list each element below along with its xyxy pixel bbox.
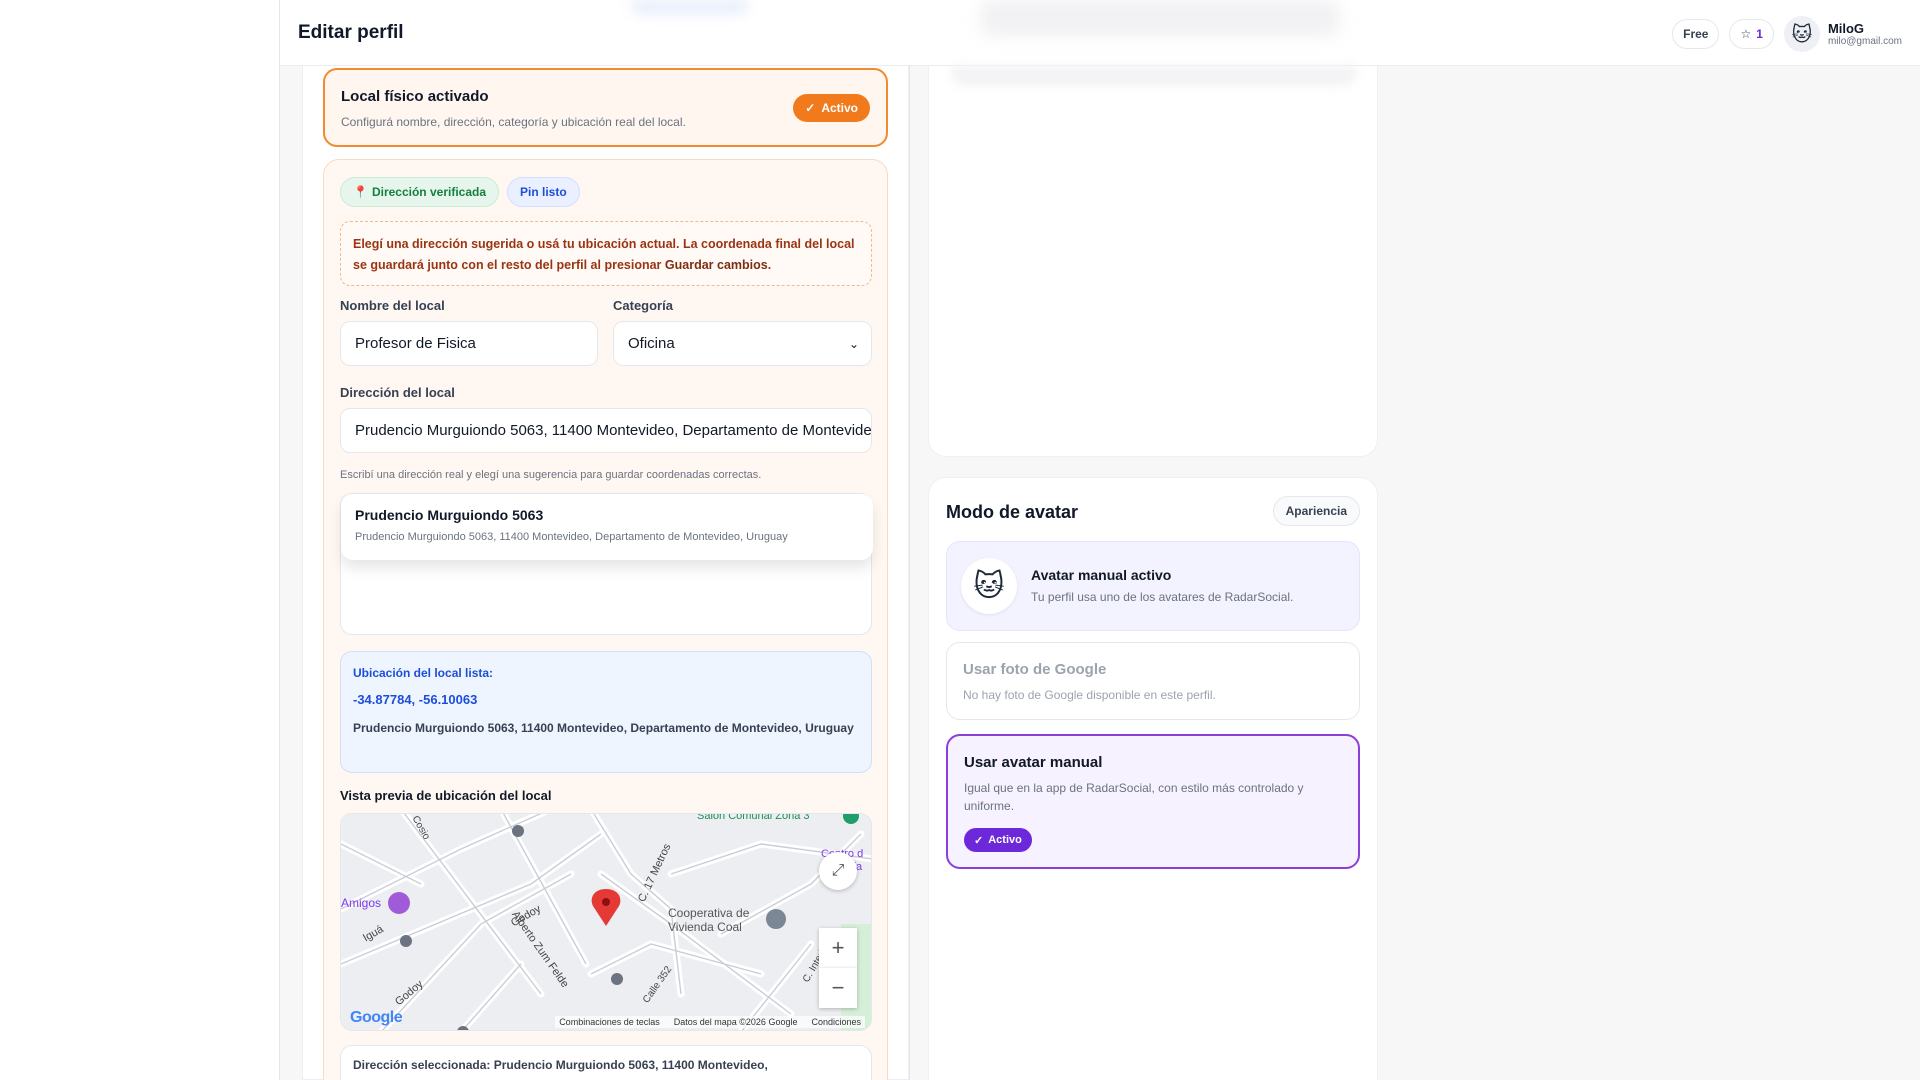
column-divider — [909, 66, 910, 1080]
manual-avatar-active-label: Activo — [988, 834, 1022, 846]
user-name: MiloG — [1827, 20, 1865, 36]
appearance-button[interactable]: Apariencia — [1272, 496, 1360, 526]
manual-avatar-title: Usar avatar manual — [964, 754, 1103, 771]
map-roads — [341, 814, 871, 1030]
zoom-in-button[interactable]: + — [819, 928, 857, 968]
header-blur-decoration — [630, 0, 750, 14]
manual-avatar-status-sub: Tu perfil usa uno de los avatares de Rad… — [1031, 590, 1294, 604]
chevron-down-icon: ⌄ — [848, 337, 859, 351]
stars-badge[interactable]: ☆ 1 — [1729, 19, 1774, 49]
profile-form-column: Local físico activado Configurá nombre, … — [302, 66, 909, 1080]
manual-avatar-active-button[interactable]: ✓ Activo — [964, 828, 1032, 852]
local-active-label: Activo — [821, 101, 858, 115]
map-shortcuts-link[interactable]: Combinaciones de teclas — [559, 1017, 660, 1027]
zoom-out-button[interactable]: − — [819, 968, 857, 1008]
page-title: Editar perfil — [298, 22, 404, 43]
user-email: milo@gmail.com — [1827, 35, 1902, 47]
sidebar — [0, 0, 280, 1080]
header-actions: Free ☆ 1 🐱 MiloG milo@gmail.com — [1672, 16, 1902, 52]
local-active-card: Local físico activado Configurá nombre, … — [323, 68, 888, 147]
avatar-mode-card: Modo de avatar Apariencia 🐱 Avatar manua… — [928, 477, 1378, 1080]
address-help: Escribí una dirección real y elegí una s… — [340, 469, 762, 481]
cat-face-icon: 🐱 — [961, 558, 1017, 614]
map-preview-title: Vista previa de ubicación del local — [340, 788, 552, 803]
category-value: Oficina — [628, 335, 675, 352]
top-header: Editar perfil Free ☆ 1 🐱 MiloG milo@gmai… — [280, 0, 1920, 66]
notice-text: Elegí una dirección sugerida o usá tu ub… — [353, 237, 855, 272]
fullscreen-icon[interactable]: ⤢ — [819, 852, 857, 890]
notice-end: . — [767, 258, 772, 272]
cat-face-icon: 🐱 — [1783, 16, 1820, 52]
map-pin-icon: 📍 — [353, 185, 368, 199]
local-active-toggle[interactable]: ✓ Activo — [793, 94, 870, 122]
address-input[interactable]: Prudencio Murguiondo 5063, 11400 Montevi… — [340, 408, 872, 453]
name-label: Nombre del local — [340, 298, 445, 313]
suggestion-secondary: Prudencio Murguiondo 5063, 11400 Montevi… — [355, 531, 788, 543]
address-suggestion[interactable]: Prudencio Murguiondo 5063 Prudencio Murg… — [341, 494, 873, 560]
use-manual-avatar-option[interactable]: Usar avatar manual Igual que en la app d… — [946, 734, 1360, 869]
manual-avatar-status: 🐱 Avatar manual activo Tu perfil usa uno… — [946, 541, 1360, 631]
manual-avatar-status-title: Avatar manual activo — [1031, 567, 1172, 583]
status-badges: 📍 Dirección verificada Pin listo — [340, 177, 580, 207]
check-icon: ✓ — [805, 101, 816, 115]
pin-ready-badge: Pin listo — [507, 177, 580, 207]
local-active-subtitle: Configurá nombre, dirección, categoría y… — [341, 115, 686, 129]
header-blur-decoration — [980, 0, 1340, 36]
use-google-photo-option[interactable]: Usar foto de Google No hay foto de Googl… — [946, 642, 1360, 720]
category-label: Categoría — [613, 298, 673, 313]
map-label-vivienda: Vivienda Coal — [668, 920, 742, 934]
verified-badge: 📍 Dirección verificada — [340, 177, 500, 207]
map-label-amigos: Amigos — [341, 896, 382, 910]
local-active-title: Local físico activado — [341, 88, 489, 105]
suggestion-area: Prudencio Murguiondo 5063 Prudencio Murg… — [340, 493, 873, 635]
google-logo: Google — [350, 1009, 403, 1027]
map-label-salon: Salón Comunal Zona 3 — [697, 813, 810, 822]
avatar-mode-title: Modo de avatar — [946, 502, 1079, 522]
location-ready-box: Ubicación del local lista: -34.87784, -5… — [340, 651, 872, 773]
local-name-input[interactable]: Profesor de Fisica — [340, 321, 598, 366]
map-preview[interactable]: Salón Comunal Zona 3 Centro d ía Amigos … — [340, 813, 872, 1031]
map-terms-link[interactable]: Condiciones — [811, 1017, 861, 1027]
verified-label: Dirección verificada — [371, 185, 487, 199]
plan-badge[interactable]: Free — [1672, 19, 1720, 49]
local-form-card: 📍 Dirección verificada Pin listo Elegí u… — [323, 159, 888, 1080]
instruction-notice: Elegí una dirección sugerida o usá tu ub… — [340, 221, 872, 286]
user-menu[interactable]: 🐱 MiloG milo@gmail.com — [1783, 16, 1902, 52]
google-photo-sub: No hay foto de Google disponible en este… — [963, 688, 1216, 702]
address-label: Dirección del local — [340, 385, 455, 400]
location-coords: -34.87784, -56.10063 — [353, 692, 478, 707]
category-select[interactable]: Oficina ⌄ — [613, 321, 872, 366]
map-data-credit: Datos del mapa ©2026 Google — [673, 1017, 798, 1027]
google-logo-text: Google — [350, 1009, 403, 1026]
manual-avatar-sub: Igual que en la app de RadarSocial, con … — [964, 781, 1304, 813]
suggestion-main: Prudencio Murguiondo 5063 — [355, 507, 544, 523]
location-label: Ubicación del local lista: — [353, 666, 494, 680]
star-icon: ☆ — [1740, 27, 1752, 41]
stars-count: 1 — [1756, 27, 1763, 41]
map-label-cooperativa: Cooperativa de — [668, 906, 750, 920]
selected-address-box: Dirección seleccionada: Prudencio Murgui… — [340, 1045, 872, 1080]
card-blur-decoration — [951, 66, 1357, 86]
location-address: Prudencio Murguiondo 5063, 11400 Montevi… — [353, 721, 854, 735]
map-attribution: Combinaciones de teclas Datos del mapa ©… — [555, 1016, 865, 1028]
right-top-card — [928, 66, 1378, 457]
notice-emphasis: Guardar cambios — [664, 258, 768, 272]
check-icon: ✓ — [974, 834, 984, 847]
google-photo-title: Usar foto de Google — [963, 661, 1107, 678]
